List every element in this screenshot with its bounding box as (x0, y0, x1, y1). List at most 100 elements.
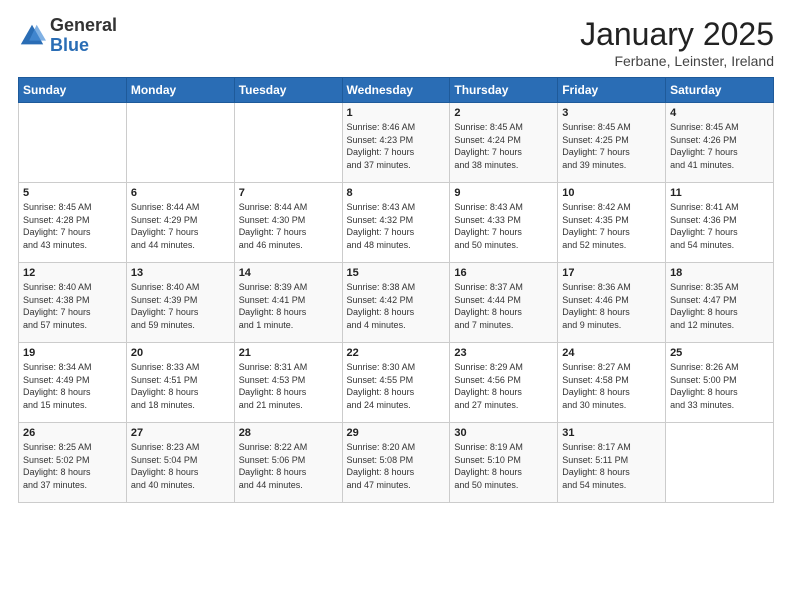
calendar-cell: 31Sunrise: 8:17 AM Sunset: 5:11 PM Dayli… (558, 423, 666, 503)
calendar-cell: 13 Sunrise: 8:40 AM Sunset: 4:39 PM Dayli… (126, 263, 234, 343)
calendar-cell: 6 Sunrise: 8:44 AM Sunset: 4:29 PM Daylig… (126, 183, 234, 263)
day-info: Sunrise: 8:22 AM Sunset: 5:06 PM Dayligh… (239, 441, 338, 491)
day-number: 11 (670, 187, 769, 199)
calendar-week-row: 19 Sunrise: 8:34 AM Sunset: 4:49 PM Dayli… (19, 343, 774, 423)
title-block: January 2025 Ferbane, Leinster, Ireland (580, 16, 774, 69)
day-number: 5 (23, 187, 122, 199)
day-info: Sunrise: 8:26 AM Sunset: 5:00 PM Dayligh… (670, 361, 769, 411)
day-info: Sunrise: 8:23 AM Sunset: 5:04 PM Dayligh… (131, 441, 230, 491)
day-number: 21 (239, 347, 338, 359)
day-info: Sunrise: 8:19 AM Sunset: 5:10 PM Dayligh… (454, 441, 553, 491)
day-number: 20 (131, 347, 230, 359)
calendar-cell (19, 103, 127, 183)
day-number: 10 (562, 187, 661, 199)
calendar-cell: 11 Sunrise: 8:41 AM Sunset: 4:36 PM Dayli… (666, 183, 774, 263)
day-info: Sunrise: 8:34 AM Sunset: 4:49 PM Dayligh… (23, 361, 122, 411)
day-info: Sunrise: 8:37 AM Sunset: 4:44 PM Dayligh… (454, 281, 553, 331)
logo-blue-text: Blue (50, 35, 89, 55)
day-info: Sunrise: 8:25 AM Sunset: 5:02 PM Dayligh… (23, 441, 122, 491)
day-number: 15 (347, 267, 446, 279)
day-info: Sunrise: 8:46 AM Sunset: 4:23 PM Dayligh… (347, 121, 446, 171)
day-info: Sunrise: 8:30 AM Sunset: 4:55 PM Dayligh… (347, 361, 446, 411)
calendar-cell: 8Sunrise: 8:43 AM Sunset: 4:32 PM Daylig… (342, 183, 450, 263)
logo-icon (18, 22, 46, 50)
calendar-title: January 2025 (580, 16, 774, 53)
calendar-cell: 10 Sunrise: 8:42 AM Sunset: 4:35 PM Dayli… (558, 183, 666, 263)
calendar-cell (234, 103, 342, 183)
day-number: 17 (562, 267, 661, 279)
day-info: Sunrise: 8:29 AM Sunset: 4:56 PM Dayligh… (454, 361, 553, 411)
day-number: 4 (670, 107, 769, 119)
calendar-cell: 2 Sunrise: 8:45 AM Sunset: 4:24 PM Daylig… (450, 103, 558, 183)
col-thursday: Thursday (450, 78, 558, 103)
page-header: General Blue January 2025 Ferbane, Leins… (18, 16, 774, 69)
calendar-cell: 24Sunrise: 8:27 AM Sunset: 4:58 PM Dayli… (558, 343, 666, 423)
day-info: Sunrise: 8:40 AM Sunset: 4:38 PM Dayligh… (23, 281, 122, 331)
calendar-week-row: 5Sunrise: 8:45 AM Sunset: 4:28 PM Daylig… (19, 183, 774, 263)
day-number: 23 (454, 347, 553, 359)
calendar-table: Sunday Monday Tuesday Wednesday Thursday… (18, 77, 774, 503)
col-wednesday: Wednesday (342, 78, 450, 103)
calendar-week-row: 12 Sunrise: 8:40 AM Sunset: 4:38 PM Dayli… (19, 263, 774, 343)
day-number: 28 (239, 427, 338, 439)
day-number: 27 (131, 427, 230, 439)
day-number: 9 (454, 187, 553, 199)
day-info: Sunrise: 8:44 AM Sunset: 4:29 PM Dayligh… (131, 201, 230, 251)
day-info: Sunrise: 8:43 AM Sunset: 4:32 PM Dayligh… (347, 201, 446, 251)
calendar-cell: 27 Sunrise: 8:23 AM Sunset: 5:04 PM Dayli… (126, 423, 234, 503)
day-info: Sunrise: 8:36 AM Sunset: 4:46 PM Dayligh… (562, 281, 661, 331)
day-number: 30 (454, 427, 553, 439)
day-info: Sunrise: 8:31 AM Sunset: 4:53 PM Dayligh… (239, 361, 338, 411)
day-info: Sunrise: 8:38 AM Sunset: 4:42 PM Dayligh… (347, 281, 446, 331)
calendar-week-row: 1Sunrise: 8:46 AM Sunset: 4:23 PM Daylig… (19, 103, 774, 183)
calendar-cell: 1Sunrise: 8:46 AM Sunset: 4:23 PM Daylig… (342, 103, 450, 183)
day-number: 29 (347, 427, 446, 439)
calendar-cell: 30 Sunrise: 8:19 AM Sunset: 5:10 PM Dayli… (450, 423, 558, 503)
day-info: Sunrise: 8:27 AM Sunset: 4:58 PM Dayligh… (562, 361, 661, 411)
calendar-cell: 3Sunrise: 8:45 AM Sunset: 4:25 PM Daylig… (558, 103, 666, 183)
day-info: Sunrise: 8:40 AM Sunset: 4:39 PM Dayligh… (131, 281, 230, 331)
day-number: 2 (454, 107, 553, 119)
col-tuesday: Tuesday (234, 78, 342, 103)
calendar-cell (666, 423, 774, 503)
day-info: Sunrise: 8:43 AM Sunset: 4:33 PM Dayligh… (454, 201, 553, 251)
calendar-cell: 26 Sunrise: 8:25 AM Sunset: 5:02 PM Dayli… (19, 423, 127, 503)
day-number: 19 (23, 347, 122, 359)
calendar-cell: 9 Sunrise: 8:43 AM Sunset: 4:33 PM Daylig… (450, 183, 558, 263)
day-number: 14 (239, 267, 338, 279)
day-info: Sunrise: 8:45 AM Sunset: 4:26 PM Dayligh… (670, 121, 769, 171)
col-sunday: Sunday (19, 78, 127, 103)
day-info: Sunrise: 8:41 AM Sunset: 4:36 PM Dayligh… (670, 201, 769, 251)
day-info: Sunrise: 8:20 AM Sunset: 5:08 PM Dayligh… (347, 441, 446, 491)
calendar-header-row: Sunday Monday Tuesday Wednesday Thursday… (19, 78, 774, 103)
day-info: Sunrise: 8:39 AM Sunset: 4:41 PM Dayligh… (239, 281, 338, 331)
col-friday: Friday (558, 78, 666, 103)
day-info: Sunrise: 8:42 AM Sunset: 4:35 PM Dayligh… (562, 201, 661, 251)
day-number: 13 (131, 267, 230, 279)
col-saturday: Saturday (666, 78, 774, 103)
calendar-cell: 28 Sunrise: 8:22 AM Sunset: 5:06 PM Dayli… (234, 423, 342, 503)
day-number: 6 (131, 187, 230, 199)
day-number: 12 (23, 267, 122, 279)
day-info: Sunrise: 8:45 AM Sunset: 4:24 PM Dayligh… (454, 121, 553, 171)
calendar-cell: 18Sunrise: 8:35 AM Sunset: 4:47 PM Dayli… (666, 263, 774, 343)
day-number: 26 (23, 427, 122, 439)
calendar-cell: 21 Sunrise: 8:31 AM Sunset: 4:53 PM Dayli… (234, 343, 342, 423)
day-info: Sunrise: 8:33 AM Sunset: 4:51 PM Dayligh… (131, 361, 230, 411)
calendar-cell: 14 Sunrise: 8:39 AM Sunset: 4:41 PM Dayli… (234, 263, 342, 343)
calendar-cell: 25Sunrise: 8:26 AM Sunset: 5:00 PM Dayli… (666, 343, 774, 423)
day-number: 16 (454, 267, 553, 279)
calendar-subtitle: Ferbane, Leinster, Ireland (580, 53, 774, 69)
calendar-cell: 23 Sunrise: 8:29 AM Sunset: 4:56 PM Dayli… (450, 343, 558, 423)
day-info: Sunrise: 8:45 AM Sunset: 4:25 PM Dayligh… (562, 121, 661, 171)
day-info: Sunrise: 8:35 AM Sunset: 4:47 PM Dayligh… (670, 281, 769, 331)
calendar-cell: 5Sunrise: 8:45 AM Sunset: 4:28 PM Daylig… (19, 183, 127, 263)
day-number: 22 (347, 347, 446, 359)
logo-general-text: General (50, 15, 117, 35)
day-info: Sunrise: 8:17 AM Sunset: 5:11 PM Dayligh… (562, 441, 661, 491)
day-info: Sunrise: 8:44 AM Sunset: 4:30 PM Dayligh… (239, 201, 338, 251)
calendar-cell: 20 Sunrise: 8:33 AM Sunset: 4:51 PM Dayli… (126, 343, 234, 423)
col-monday: Monday (126, 78, 234, 103)
calendar-cell (126, 103, 234, 183)
calendar-cell: 4 Sunrise: 8:45 AM Sunset: 4:26 PM Daylig… (666, 103, 774, 183)
